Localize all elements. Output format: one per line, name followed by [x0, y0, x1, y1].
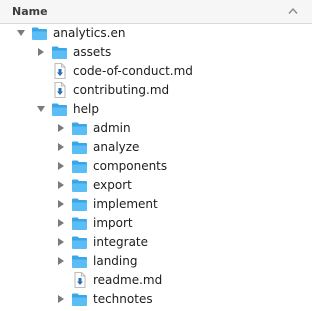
folder-icon [72, 122, 87, 135]
disclosure-triangle-collapsed-icon[interactable] [56, 180, 66, 190]
folder-name: analyze [93, 140, 140, 154]
document-icon [54, 63, 66, 79]
folder-row[interactable]: implement [0, 195, 312, 214]
folder-name: technotes [93, 292, 153, 306]
disclosure-triangle-collapsed-icon[interactable] [56, 256, 66, 266]
disclosure-triangle-collapsed-icon[interactable] [56, 142, 66, 152]
folder-name: integrate [93, 235, 149, 249]
folder-icon [72, 217, 87, 230]
document-icon [74, 272, 86, 288]
folder-icon [72, 198, 87, 211]
disclosure-triangle-collapsed-icon[interactable] [56, 218, 66, 228]
folder-icon [32, 27, 47, 40]
folder-icon [52, 46, 67, 59]
folder-name: assets [73, 45, 112, 59]
disclosure-triangle-collapsed-icon[interactable] [56, 123, 66, 133]
folder-row[interactable]: components [0, 157, 312, 176]
disclosure-triangle-collapsed-icon[interactable] [56, 199, 66, 209]
disclosure-triangle-collapsed-icon[interactable] [56, 237, 66, 247]
folder-name: analytics.en [53, 26, 126, 40]
column-header-label: Name [12, 5, 48, 18]
folder-row[interactable]: import [0, 214, 312, 233]
folder-row[interactable]: help [0, 100, 312, 119]
folder-icon [72, 255, 87, 268]
folder-row[interactable]: analytics.en [0, 24, 312, 43]
folder-icon [72, 236, 87, 249]
disclosure-triangle-collapsed-icon[interactable] [36, 47, 46, 57]
document-icon [54, 82, 66, 98]
folder-icon [72, 160, 87, 173]
file-row[interactable]: contributing.md [0, 81, 312, 100]
chevron-up-icon [288, 7, 298, 14]
folder-row[interactable]: admin [0, 119, 312, 138]
folder-name: components [93, 159, 168, 173]
folder-name: export [93, 178, 132, 192]
name-column-header[interactable]: Name [0, 0, 312, 24]
folder-row[interactable]: landing [0, 252, 312, 271]
folder-name: landing [93, 254, 138, 268]
disclosure-triangle-collapsed-icon[interactable] [56, 294, 66, 304]
folder-icon [52, 103, 67, 116]
disclosure-triangle-expanded-icon[interactable] [36, 104, 46, 114]
file-name: code-of-conduct.md [73, 64, 193, 78]
folder-name: implement [93, 197, 158, 211]
folder-row[interactable]: assets [0, 43, 312, 62]
folder-name: import [93, 216, 133, 230]
folder-name: admin [93, 121, 131, 135]
file-row[interactable]: readme.md [0, 271, 312, 290]
folder-row[interactable]: technotes [0, 290, 312, 309]
file-name: readme.md [93, 273, 163, 287]
finder-window: Name analytics.en assets code-of-conduct.m… [0, 0, 312, 311]
folder-icon [72, 293, 87, 306]
folder-name: help [73, 102, 99, 116]
disclosure-triangle-expanded-icon[interactable] [16, 28, 26, 38]
folder-icon [72, 141, 87, 154]
file-name: contributing.md [73, 83, 170, 97]
disclosure-triangle-collapsed-icon[interactable] [56, 161, 66, 171]
folder-row[interactable]: integrate [0, 233, 312, 252]
file-row[interactable]: code-of-conduct.md [0, 62, 312, 81]
folder-row[interactable]: analyze [0, 138, 312, 157]
file-tree: analytics.en assets code-of-conduct.md cont… [0, 24, 312, 309]
folder-row[interactable]: export [0, 176, 312, 195]
folder-icon [72, 179, 87, 192]
